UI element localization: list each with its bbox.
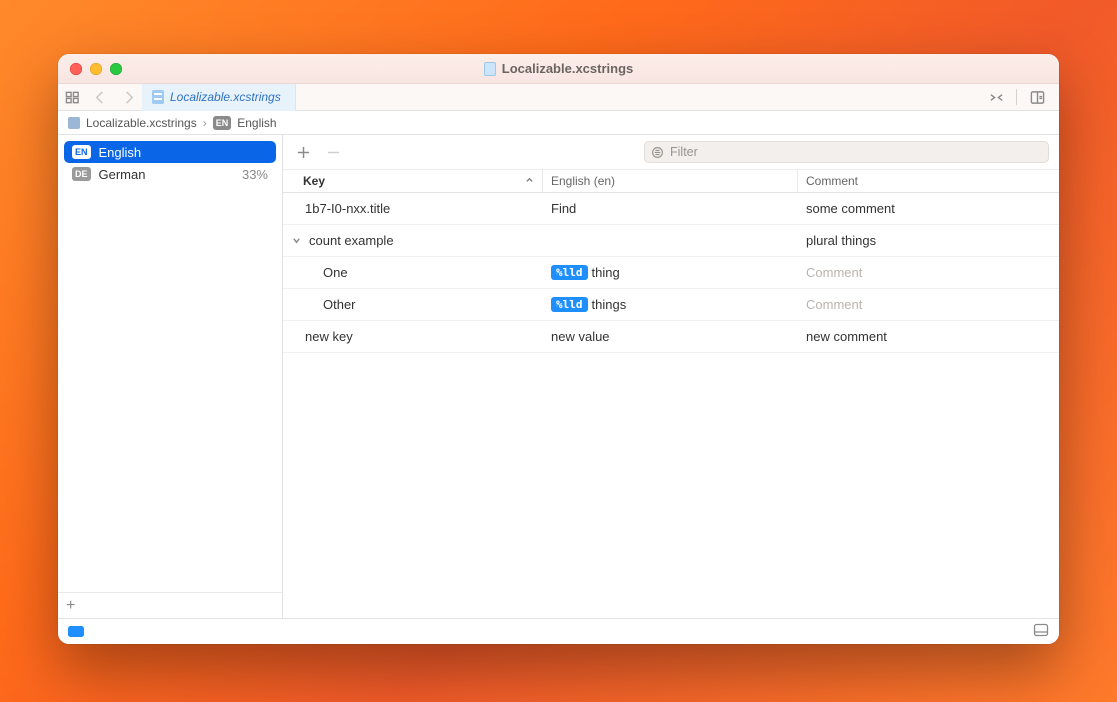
- cell-key[interactable]: One: [283, 265, 543, 280]
- editor-window: Localizable.xcstrings Localizable.xcstri…: [58, 54, 1059, 644]
- cell-value[interactable]: %lld thing: [543, 265, 798, 280]
- value-text: new value: [551, 329, 610, 344]
- cell-key[interactable]: new key: [283, 329, 543, 344]
- sort-ascending-icon: [525, 174, 534, 188]
- key-text: new key: [305, 329, 353, 344]
- format-token: %lld: [551, 265, 588, 280]
- add-language-button[interactable]: +: [66, 598, 75, 614]
- value-text: things: [592, 297, 627, 312]
- add-string-button[interactable]: [293, 142, 313, 162]
- nav-forward-button[interactable]: [114, 84, 142, 111]
- key-text: count example: [309, 233, 394, 248]
- remove-string-button[interactable]: [323, 142, 343, 162]
- column-header-label: Key: [303, 174, 325, 188]
- language-item-english[interactable]: EN English: [64, 141, 276, 163]
- nav-back-button[interactable]: [86, 84, 114, 111]
- comment-text: Comment: [806, 297, 862, 312]
- assistant-editor-button[interactable]: [1023, 84, 1051, 111]
- table-row[interactable]: 1b7-I0-nxx.title Find some comment: [283, 193, 1059, 225]
- window-title: Localizable.xcstrings: [58, 61, 1059, 76]
- editor-tab[interactable]: Localizable.xcstrings: [142, 84, 296, 111]
- chevron-down-icon[interactable]: [291, 236, 301, 245]
- language-label: English: [99, 145, 142, 160]
- value-text: thing: [592, 265, 620, 280]
- column-header-label: English (en): [551, 174, 615, 188]
- column-header-label: Comment: [806, 174, 858, 188]
- separator: [1016, 89, 1017, 105]
- language-list: EN English DE German 33%: [58, 135, 282, 592]
- cell-value[interactable]: new value: [543, 329, 798, 344]
- language-item-german[interactable]: DE German 33%: [64, 163, 276, 185]
- zoom-window-button[interactable]: [110, 63, 122, 75]
- window-title-text: Localizable.xcstrings: [502, 61, 634, 76]
- chevron-right-icon: ›: [203, 116, 207, 130]
- nav-toolbar: Localizable.xcstrings: [58, 84, 1059, 111]
- breadcrumb-language[interactable]: English: [237, 116, 276, 130]
- strings-toolbar: [283, 135, 1059, 169]
- comment-text: plural things: [806, 233, 876, 248]
- language-badge: EN: [213, 116, 232, 130]
- cell-key[interactable]: count example: [283, 233, 543, 248]
- filter-field[interactable]: [644, 141, 1049, 163]
- strings-file-icon: [68, 117, 80, 129]
- table-row[interactable]: new key new value new comment: [283, 321, 1059, 353]
- comment-text: Comment: [806, 265, 862, 280]
- cell-comment[interactable]: Comment: [798, 297, 1059, 312]
- column-header-comment[interactable]: Comment: [798, 170, 1059, 192]
- status-indicator[interactable]: [68, 626, 84, 637]
- key-text: One: [323, 265, 348, 280]
- cell-key[interactable]: 1b7-I0-nxx.title: [283, 201, 543, 216]
- status-bar: [58, 618, 1059, 644]
- cell-comment[interactable]: new comment: [798, 329, 1059, 344]
- cell-comment[interactable]: Comment: [798, 265, 1059, 280]
- table-row[interactable]: count example plural things: [283, 225, 1059, 257]
- value-text: Find: [551, 201, 576, 216]
- window-controls: [58, 63, 122, 75]
- cell-value[interactable]: %lld things: [543, 297, 798, 312]
- language-badge: DE: [72, 167, 91, 181]
- sidebar-footer: +: [58, 592, 282, 618]
- cell-comment[interactable]: some comment: [798, 201, 1059, 216]
- titlebar: Localizable.xcstrings: [58, 54, 1059, 84]
- column-header-key[interactable]: Key: [283, 170, 543, 192]
- table-header: Key English (en) Comment: [283, 169, 1059, 193]
- breadcrumb-file[interactable]: Localizable.xcstrings: [86, 116, 197, 130]
- strings-file-icon: [152, 90, 164, 104]
- code-review-button[interactable]: [982, 84, 1010, 111]
- navigator-toggle-button[interactable]: [58, 84, 86, 111]
- filter-input[interactable]: [670, 145, 1042, 159]
- language-badge: EN: [72, 145, 91, 159]
- languages-sidebar: EN English DE German 33% +: [58, 135, 283, 618]
- comment-text: some comment: [806, 201, 895, 216]
- editor-tab-label: Localizable.xcstrings: [170, 90, 281, 104]
- breadcrumb: Localizable.xcstrings › EN English: [58, 111, 1059, 135]
- document-icon: [484, 62, 496, 76]
- comment-text: new comment: [806, 329, 887, 344]
- cell-value[interactable]: Find: [543, 201, 798, 216]
- bottom-panel-toggle[interactable]: [1033, 623, 1049, 640]
- table-row[interactable]: One %lld thing Comment: [283, 257, 1059, 289]
- format-token: %lld: [551, 297, 588, 312]
- language-label: German: [99, 167, 146, 182]
- key-text: Other: [323, 297, 356, 312]
- cell-comment[interactable]: plural things: [798, 233, 1059, 248]
- completion-percent: 33%: [242, 167, 268, 182]
- strings-editor: Key English (en) Comment 1b7-I0-nxx.titl…: [283, 135, 1059, 618]
- close-window-button[interactable]: [70, 63, 82, 75]
- toolbar-right: [982, 84, 1059, 111]
- filter-icon: [651, 146, 664, 159]
- editor-body: EN English DE German 33% +: [58, 135, 1059, 618]
- key-text: 1b7-I0-nxx.title: [305, 201, 390, 216]
- table-row[interactable]: Other %lld things Comment: [283, 289, 1059, 321]
- cell-key[interactable]: Other: [283, 297, 543, 312]
- column-header-value[interactable]: English (en): [543, 170, 798, 192]
- table-body: 1b7-I0-nxx.title Find some comment count ex…: [283, 193, 1059, 618]
- minimize-window-button[interactable]: [90, 63, 102, 75]
